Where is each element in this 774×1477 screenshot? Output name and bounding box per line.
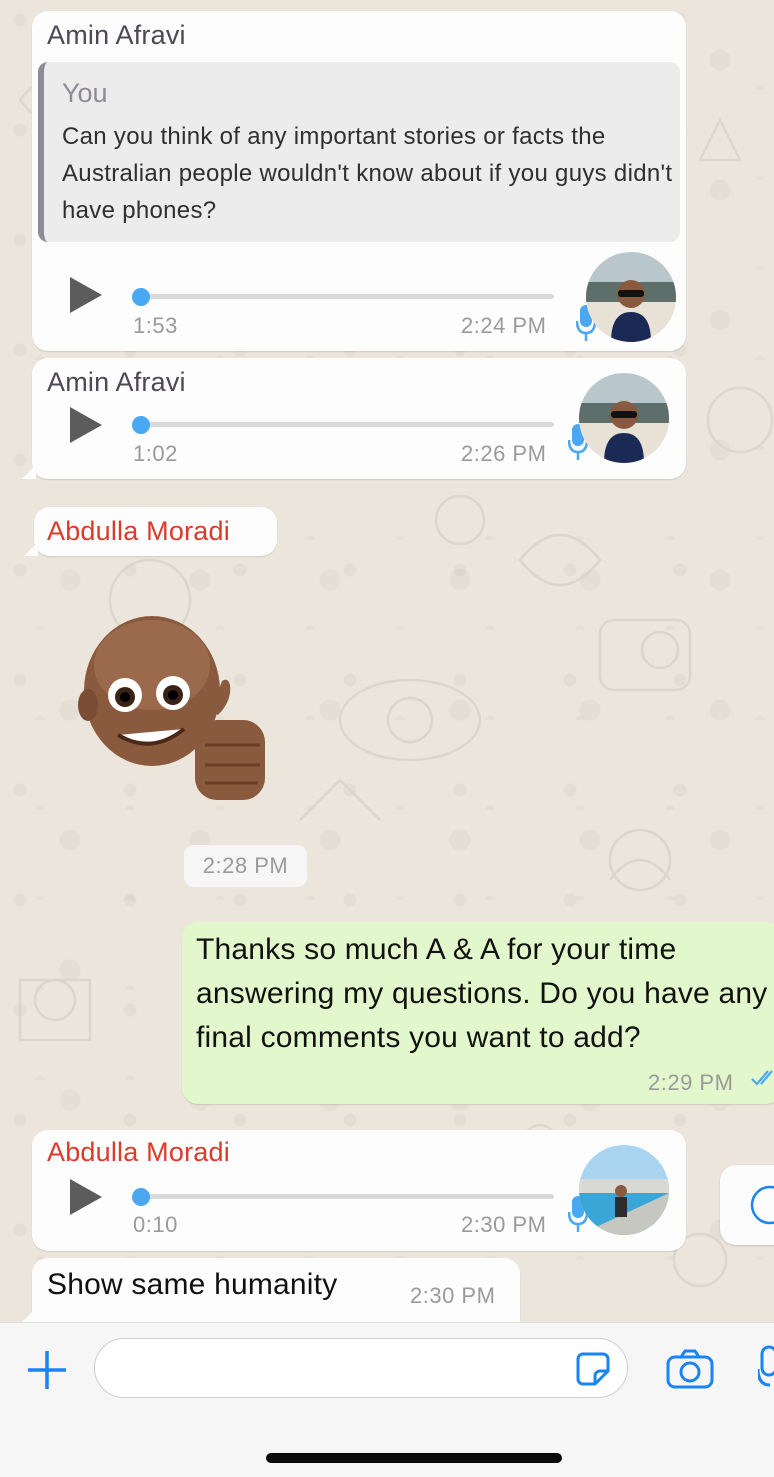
play-icon[interactable]	[70, 277, 102, 313]
camera-icon[interactable]	[666, 1349, 714, 1389]
voice-progress-knob[interactable]	[132, 1188, 150, 1206]
sender-name[interactable]: Abdulla Moradi	[47, 1137, 230, 1168]
message-time: 2:29 PM	[648, 1070, 734, 1095]
voice-progress-track[interactable]	[134, 422, 554, 427]
play-icon[interactable]	[70, 1179, 102, 1215]
plus-icon[interactable]	[26, 1349, 68, 1391]
quoted-message[interactable]: You Can you think of any important stori…	[38, 62, 680, 242]
sender-avatar	[579, 1145, 669, 1235]
play-icon[interactable]	[70, 407, 102, 443]
voice-duration: 0:10	[133, 1212, 178, 1237]
quoted-text: Can you think of any important stories o…	[62, 123, 673, 224]
sticker-icon[interactable]	[575, 1351, 611, 1387]
mic-icon[interactable]	[758, 1345, 774, 1393]
memoji-sticker[interactable]	[70, 605, 280, 810]
message-text: Show same humanity	[47, 1268, 338, 1301]
message-time: 2:30 PM	[410, 1283, 496, 1308]
composer-bar	[0, 1322, 774, 1477]
chevron-down-icon	[750, 1185, 774, 1225]
sender-avatar	[586, 252, 676, 342]
voice-progress-track[interactable]	[134, 294, 554, 299]
sender-avatar	[579, 373, 669, 463]
voice-message-bubble[interactable]: Amin Afravi You Can you think of any imp…	[32, 11, 686, 351]
message-time: 2:30 PM	[461, 1212, 547, 1237]
message-input[interactable]	[94, 1338, 628, 1398]
voice-progress-knob[interactable]	[132, 288, 150, 306]
read-receipt-icon	[751, 1070, 773, 1086]
sender-name[interactable]: Amin Afravi	[47, 367, 186, 398]
voice-message-bubble[interactable]: Amin Afravi 1:02 2:26 PM	[22, 358, 686, 479]
sender-name[interactable]: Amin Afravi	[47, 20, 186, 51]
voice-duration: 1:02	[133, 441, 178, 466]
home-indicator	[266, 1453, 562, 1463]
voice-message-bubble[interactable]: Abdulla Moradi 0:10 2:30 PM	[32, 1130, 686, 1251]
voice-progress-track[interactable]	[134, 1194, 554, 1199]
message-time: 2:26 PM	[461, 441, 547, 466]
sender-label-bubble[interactable]: Abdulla Moradi	[24, 507, 277, 556]
quoted-author: You	[62, 78, 108, 108]
outgoing-message-bubble[interactable]: Thanks so much A & A for your time answe…	[182, 922, 774, 1104]
sender-name[interactable]: Abdulla Moradi	[47, 516, 230, 547]
message-time: 2:28 PM	[184, 845, 307, 887]
voice-duration: 1:53	[133, 313, 178, 338]
message-text: Thanks so much A & A for your time answe…	[196, 933, 768, 1054]
scroll-down-button[interactable]	[720, 1165, 774, 1245]
incoming-message-bubble[interactable]: Show same humanity 2:30 PM	[22, 1258, 520, 1322]
voice-progress-knob[interactable]	[132, 416, 150, 434]
message-time: 2:24 PM	[461, 313, 547, 338]
